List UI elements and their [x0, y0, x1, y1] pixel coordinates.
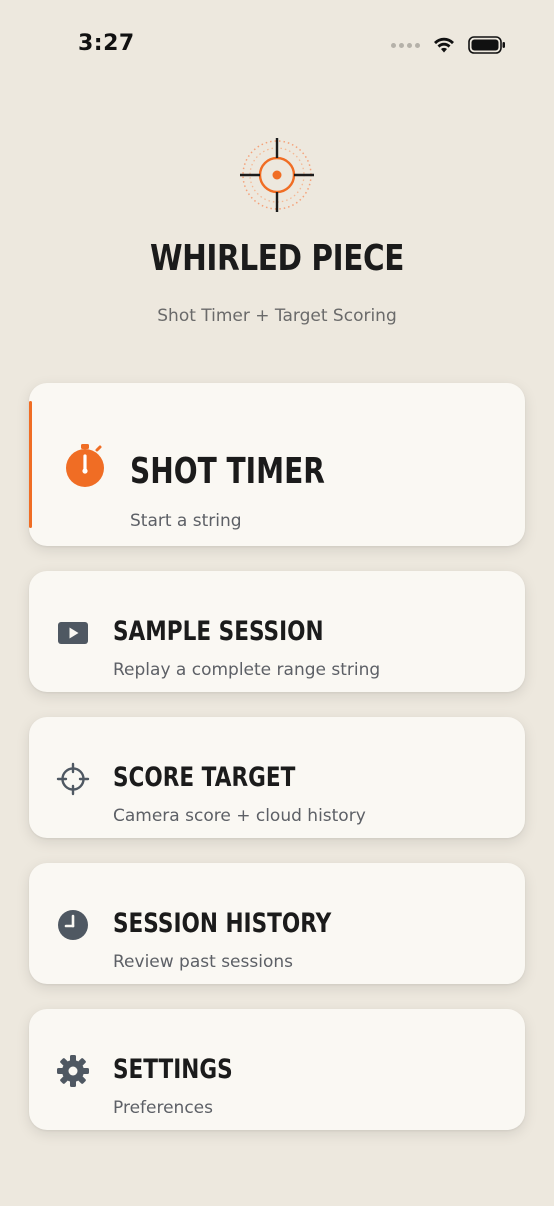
card-subtitle: Replay a complete range string [113, 660, 381, 680]
status-time: 3:27 [78, 31, 135, 56]
crosshair-icon [56, 762, 90, 796]
wifi-icon [434, 37, 454, 53]
card-title: SCORE TARGET [113, 762, 296, 793]
app-subtitle: Shot Timer + Target Scoring [157, 306, 397, 326]
cellular-signal-icon [391, 42, 420, 48]
session-history-button[interactable]: SESSION HISTORY Review past sessions [29, 863, 525, 984]
gear-icon [57, 1055, 89, 1087]
score-target-button[interactable]: SCORE TARGET Camera score + cloud histor… [29, 717, 525, 838]
crosshair-target-icon [240, 138, 314, 212]
card-subtitle: Start a string [130, 511, 242, 531]
app-title: WHIRLED PIECE [149, 238, 405, 279]
status-icons [391, 34, 506, 56]
card-subtitle: Preferences [113, 1098, 213, 1118]
card-title: SESSION HISTORY [113, 908, 332, 939]
settings-button[interactable]: SETTINGS Preferences [29, 1009, 525, 1130]
card-title: SETTINGS [113, 1054, 233, 1085]
sample-session-button[interactable]: SAMPLE SESSION Replay a complete range s… [29, 571, 525, 692]
play-icon [58, 622, 88, 644]
battery-icon [468, 36, 505, 54]
card-subtitle: Review past sessions [113, 952, 293, 972]
accent-bar [29, 401, 32, 528]
shot-timer-button[interactable]: SHOT TIMER Start a string [29, 383, 525, 546]
card-subtitle: Camera score + cloud history [113, 806, 366, 826]
stopwatch-icon [66, 444, 104, 487]
clock-icon [58, 910, 88, 940]
card-title: SHOT TIMER [130, 451, 325, 492]
card-title: SAMPLE SESSION [113, 616, 324, 647]
